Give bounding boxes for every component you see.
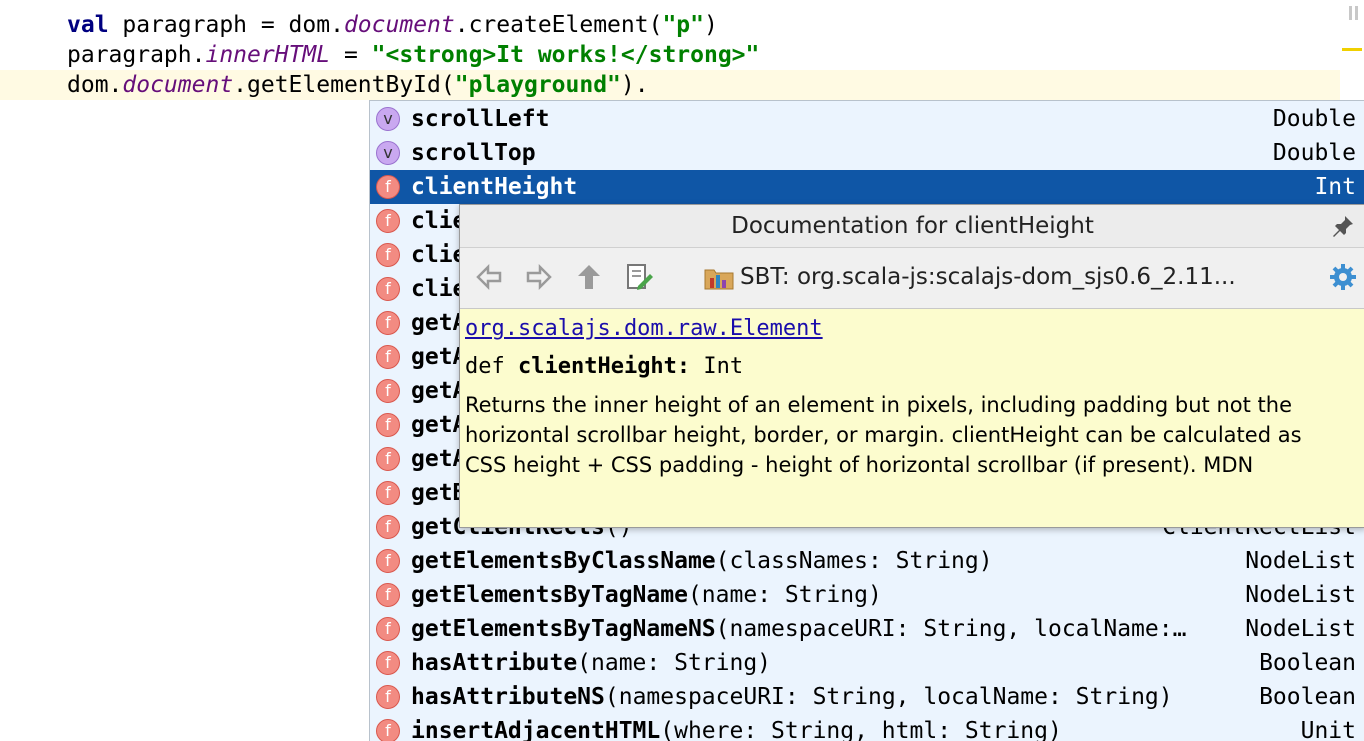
- method-icon: f: [376, 311, 400, 335]
- warning-stripe[interactable]: [1342, 48, 1362, 51]
- completion-item-signature: (namespaceURI: String, localName: String…: [604, 684, 1173, 710]
- method-icon: f: [376, 175, 400, 199]
- doc-body: org.scalajs.dom.raw.Element def clientHe…: [465, 313, 1345, 480]
- completion-item[interactable]: v scrollLeft Double: [370, 102, 1364, 136]
- method-icon: f: [376, 209, 400, 233]
- variable-icon: v: [376, 141, 400, 165]
- completion-item-signature: (name: String): [687, 582, 882, 608]
- method-icon: f: [376, 549, 400, 573]
- method-icon: f: [376, 617, 400, 641]
- method-icon: f: [376, 515, 400, 539]
- completion-item-name: scrollLeft: [411, 102, 549, 136]
- doc-description: Returns the inner height of an element i…: [465, 393, 1302, 477]
- completion-item[interactable]: f clientHeight Int: [370, 170, 1364, 204]
- completion-item-name: getElementsByClassName(classNames: Strin…: [411, 544, 993, 578]
- completion-item-signature: (classNames: String): [715, 548, 993, 574]
- method-icon: f: [376, 685, 400, 709]
- method-icon: f: [376, 719, 400, 741]
- completion-item-label: getElementsByTagName: [411, 582, 688, 608]
- completion-item-label: getElementsByClassName: [411, 548, 716, 574]
- method-icon: f: [376, 651, 400, 675]
- completion-item-label: hasAttribute: [411, 650, 578, 676]
- completion-item-type: Unit: [1300, 718, 1356, 741]
- completion-item-name: getElementsByTagName(name: String): [411, 578, 882, 612]
- variable-icon: v: [376, 107, 400, 131]
- completion-item-type: Boolean: [1259, 650, 1356, 676]
- documentation-popup: Documentation for clientHeight SBT: org.…: [459, 204, 1364, 528]
- code-line-2[interactable]: paragraph.innerHTML = "<strong>It works!…: [0, 40, 1340, 70]
- completion-item[interactable]: f insertAdjacentHTML(where: String, html:…: [370, 714, 1364, 741]
- method-icon: f: [376, 345, 400, 369]
- method-icon: f: [376, 277, 400, 301]
- completion-item-label: scrollLeft: [411, 106, 550, 132]
- pause-marker-icon: [1348, 6, 1360, 20]
- completion-item-type: Boolean: [1259, 684, 1356, 710]
- completion-item-type: NodeList: [1245, 616, 1356, 642]
- back-arrow-icon[interactable]: [474, 262, 504, 292]
- code-line-1[interactable]: val paragraph = dom.document.createEleme…: [0, 10, 1340, 40]
- completion-item-type: Int: [1314, 174, 1356, 200]
- completion-item-signature: (namespaceURI: String, localName:…: [715, 616, 1187, 642]
- doc-toolbar: SBT: org.scala-js:scalajs-dom_sjs0.6_2.1…: [460, 248, 1364, 309]
- completion-item-name: hasAttribute(name: String): [411, 646, 771, 680]
- method-icon: f: [376, 447, 400, 471]
- doc-signature: def clientHeight: Int: [465, 354, 744, 379]
- completion-item[interactable]: v scrollTop Double: [370, 136, 1364, 170]
- completion-item-type: Double: [1272, 140, 1356, 166]
- completion-item-type: Double: [1272, 106, 1356, 132]
- completion-item-type: NodeList: [1245, 548, 1356, 574]
- doc-class-link[interactable]: org.scalajs.dom.raw.Element: [465, 316, 823, 341]
- completion-item-type: NodeList: [1245, 582, 1356, 608]
- completion-item-name: insertAdjacentHTML(where: String, html: …: [411, 714, 1062, 741]
- completion-item-name: hasAttributeNS(namespaceURI: String, loc…: [411, 680, 1173, 714]
- completion-item-signature: (name: String): [577, 650, 772, 676]
- library-icon: [704, 269, 734, 289]
- completion-item-name: clientHeight: [411, 170, 577, 204]
- completion-item-label: clientHeight: [411, 174, 578, 200]
- forward-arrow-icon[interactable]: [524, 262, 554, 292]
- completion-item-name: scrollTop: [411, 136, 536, 170]
- completion-item[interactable]: f getElementsByTagNameNS(namespaceURI: St…: [370, 612, 1364, 646]
- library-source: SBT: org.scala-js:scalajs-dom_sjs0.6_2.1…: [704, 262, 1236, 292]
- completion-item-label: getElementsByTagNameNS: [411, 616, 716, 642]
- edit-source-icon[interactable]: [624, 262, 654, 292]
- completion-item-name: getElementsByTagNameNS(namespaceURI: Str…: [411, 612, 1186, 646]
- gear-icon[interactable]: [1329, 263, 1357, 291]
- method-icon: f: [376, 583, 400, 607]
- completion-item[interactable]: f getElementsByTagName(name: String) NodeL…: [370, 578, 1364, 612]
- completion-item-label: hasAttributeNS: [411, 684, 605, 710]
- up-arrow-icon[interactable]: [574, 262, 604, 292]
- method-icon: f: [376, 481, 400, 505]
- pin-icon[interactable]: [1331, 214, 1355, 238]
- doc-title: Documentation for clientHeight: [460, 205, 1364, 248]
- completion-item-label: scrollTop: [411, 140, 536, 166]
- code-line-3-current[interactable]: dom.document.getElementById("playground"…: [0, 70, 1340, 100]
- completion-item[interactable]: f getElementsByClassName(classNames: Stri…: [370, 544, 1364, 578]
- method-icon: f: [376, 413, 400, 437]
- method-icon: f: [376, 243, 400, 267]
- completion-item[interactable]: f hasAttributeNS(namespaceURI: String, lo…: [370, 680, 1364, 714]
- completion-item[interactable]: f hasAttribute(name: String) Boolean: [370, 646, 1364, 680]
- method-icon: f: [376, 379, 400, 403]
